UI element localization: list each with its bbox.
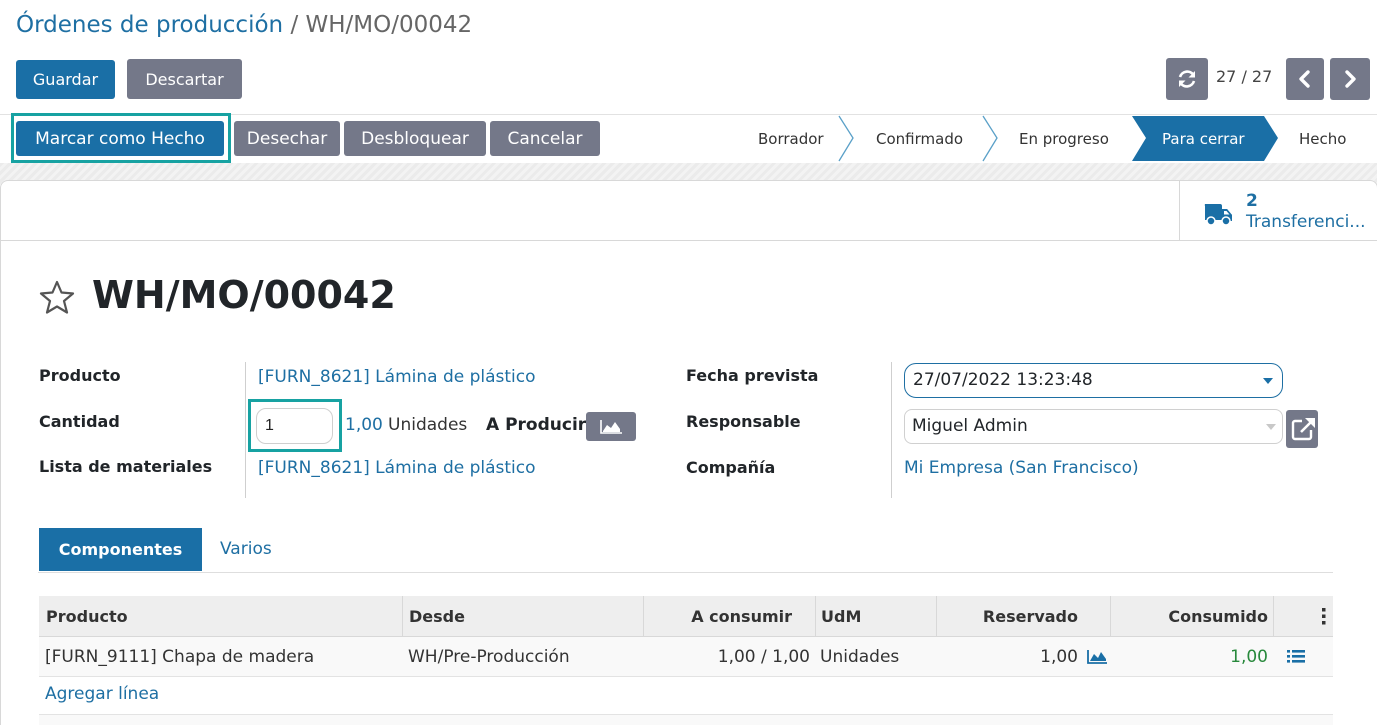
pager-value[interactable]: 27 / 27: [1216, 67, 1272, 86]
tab-miscellaneous[interactable]: Varios: [220, 539, 272, 559]
mark-done-button[interactable]: Marcar como Hecho: [16, 121, 224, 156]
column-header-uom[interactable]: UdM: [821, 596, 861, 637]
pager-previous-button[interactable]: [1286, 58, 1324, 100]
quantity-uom: Unidades: [388, 415, 468, 435]
quantity-produced: 1,00: [345, 415, 383, 435]
refresh-icon: [1178, 70, 1196, 88]
quantity-label: Cantidad: [39, 412, 120, 431]
to-produce-label: A Producir: [486, 415, 587, 435]
bom-link[interactable]: [FURN_8621] Lámina de plástico: [258, 458, 536, 478]
forecast-report-icon[interactable]: [1086, 647, 1108, 665]
column-header-reserved[interactable]: Reservado: [936, 596, 1078, 637]
product-label: Producto: [39, 366, 121, 385]
breadcrumb-current: WH/MO/00042: [305, 12, 473, 38]
area-chart-icon: [600, 420, 622, 434]
cancel-button[interactable]: Cancelar: [490, 121, 600, 156]
transfers-label: Transferenci...: [1246, 212, 1366, 232]
discard-button[interactable]: Descartar: [127, 59, 242, 99]
row-from[interactable]: WH/Pre-Producción: [408, 637, 570, 677]
transfers-smart-button[interactable]: 2 Transferenci...: [1179, 181, 1377, 240]
field-separator-left: [245, 362, 246, 498]
company-link[interactable]: Mi Empresa (San Francisco): [904, 458, 1139, 478]
responsible-label: Responsable: [686, 412, 801, 431]
company-label: Compañía: [686, 458, 776, 477]
row-reserved[interactable]: 1,00: [936, 637, 1078, 677]
caret-down-icon: [1263, 378, 1273, 384]
column-header-product[interactable]: Producto: [46, 596, 128, 637]
tabs-underline: [38, 572, 1333, 573]
row-consumed[interactable]: 1,00: [1110, 637, 1268, 677]
chevron-right-icon: [1345, 70, 1356, 88]
product-link[interactable]: [FURN_8621] Lámina de plástico: [258, 367, 536, 387]
caret-down-icon: [1266, 424, 1276, 430]
stage-to-close[interactable]: Para cerrar: [1162, 118, 1245, 160]
breadcrumb-parent-link[interactable]: Órdenes de producción: [16, 12, 283, 38]
add-line-row: Agregar línea: [39, 677, 1333, 715]
date-field[interactable]: 27/07/2022 13:23:48: [904, 363, 1283, 398]
column-divider: [402, 596, 403, 637]
stage-confirmed[interactable]: Confirmado: [876, 118, 963, 160]
tab-components[interactable]: Componentes: [39, 528, 202, 571]
stage-done[interactable]: Hecho: [1299, 118, 1346, 160]
record-title: WH/MO/00042: [92, 273, 396, 317]
open-record-button[interactable]: [1286, 410, 1318, 448]
stage-in-progress[interactable]: En progreso: [1019, 118, 1109, 160]
scrap-button[interactable]: Desechar: [234, 121, 340, 156]
optional-columns-icon[interactable]: [1320, 606, 1328, 626]
breadcrumb: Órdenes de producción / WH/MO/00042: [16, 12, 472, 38]
table-empty-row: [39, 715, 1333, 725]
external-link-icon: [1291, 418, 1315, 441]
bom-label: Lista de materiales: [39, 457, 213, 476]
unlock-button[interactable]: Desbloquear: [344, 121, 486, 156]
breadcrumb-separator: /: [290, 12, 299, 38]
column-divider: [815, 596, 816, 637]
date-label: Fecha prevista: [686, 366, 819, 385]
add-line-link[interactable]: Agregar línea: [45, 684, 159, 704]
button-box: [0, 180, 1377, 241]
field-separator-right: [891, 362, 892, 498]
column-header-from[interactable]: Desde: [409, 596, 465, 637]
pager-next-button[interactable]: [1330, 58, 1370, 100]
quantity-input[interactable]: [256, 408, 333, 444]
column-header-consumed[interactable]: Consumido: [1110, 596, 1268, 637]
chevron-left-icon: [1299, 70, 1310, 88]
row-to-consume[interactable]: 1,00 / 1,00: [643, 637, 810, 677]
star-icon[interactable]: [38, 280, 76, 314]
stage-draft[interactable]: Borrador: [758, 118, 824, 160]
reload-button[interactable]: [1166, 58, 1208, 100]
forecast-button[interactable]: [586, 412, 636, 441]
column-header-to-consume[interactable]: A consumir: [643, 596, 792, 637]
transfers-count: 2: [1246, 191, 1258, 211]
detailed-operations-icon[interactable]: [1286, 648, 1306, 664]
responsible-field[interactable]: Miguel Admin: [904, 409, 1283, 444]
row-uom[interactable]: Unidades: [820, 637, 899, 677]
save-button[interactable]: Guardar: [16, 60, 115, 99]
date-value: 27/07/2022 13:23:48: [913, 370, 1093, 390]
row-product[interactable]: [FURN_9111] Chapa de madera: [45, 637, 314, 677]
truck-icon: [1204, 204, 1232, 226]
column-divider: [1273, 596, 1274, 637]
responsible-value: Miguel Admin: [912, 416, 1028, 436]
